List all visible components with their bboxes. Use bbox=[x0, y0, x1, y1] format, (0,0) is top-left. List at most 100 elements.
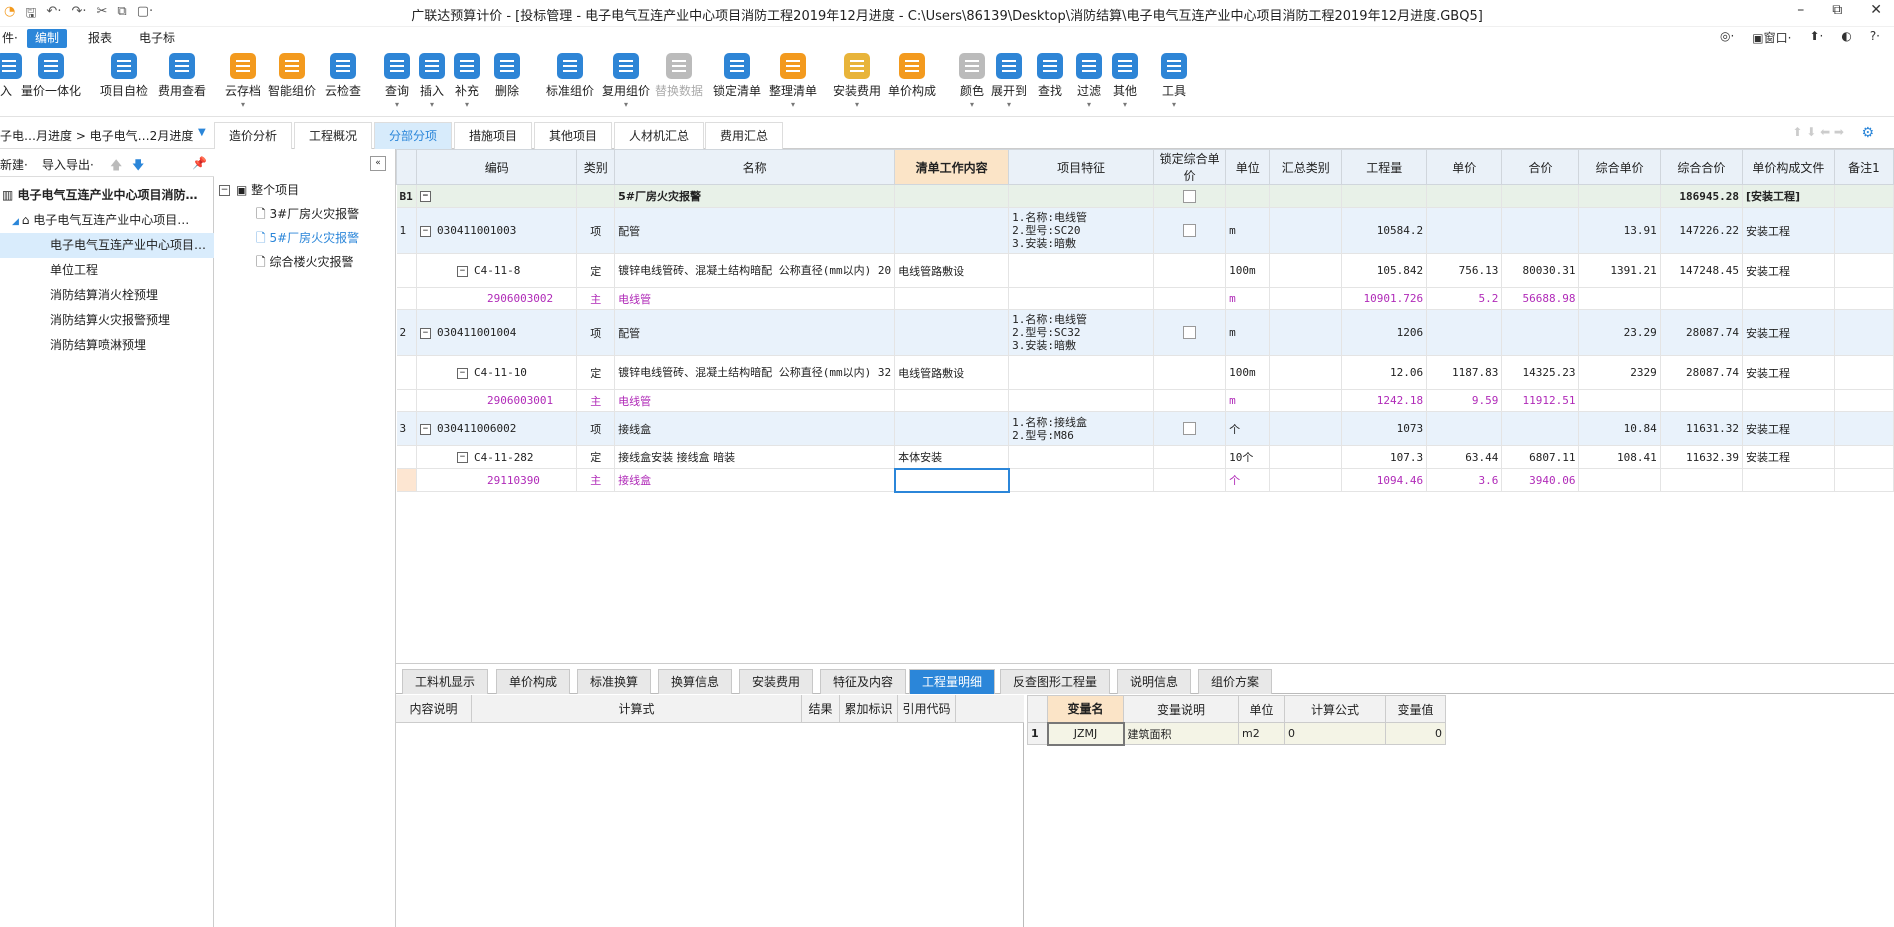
menu-report[interactable]: 报表 bbox=[80, 29, 120, 48]
unit-price-composition-button[interactable]: 单价构成 bbox=[886, 53, 938, 113]
col-var-value[interactable]: 变量值 bbox=[1385, 695, 1446, 723]
col-var-unit[interactable]: 单位 bbox=[1238, 695, 1285, 723]
expand-to-button[interactable]: 展开到 ▾ bbox=[989, 53, 1029, 113]
collapse-icon[interactable]: − bbox=[419, 191, 431, 202]
table-row[interactable]: 3 −030411006002 项 接线盒 1.名称:接线盒 2.型号:M86 … bbox=[396, 411, 1894, 446]
restore-button[interactable]: ⧉ bbox=[1832, 2, 1842, 18]
table-row[interactable]: 2 −030411001004 项 配管 1.名称:电线管 2.型号:SC32 … bbox=[396, 309, 1894, 356]
collapse-icon[interactable]: − bbox=[456, 452, 468, 463]
col-header-uprice[interactable]: 综合单价 bbox=[1578, 149, 1661, 185]
col-header-file[interactable]: 单价构成文件 bbox=[1742, 149, 1835, 185]
lock-price-checkbox[interactable] bbox=[1183, 189, 1197, 203]
table-row[interactable]: − C4-11-10 定 镀锌电线管砖、混凝土结构暗配 公称直径(mm以内) 32… bbox=[396, 355, 1894, 390]
self-check-button[interactable]: 项目自检 bbox=[98, 53, 150, 113]
tab-description[interactable]: 说明信息 bbox=[1117, 669, 1192, 694]
menu-edit[interactable]: 编制 bbox=[27, 29, 68, 48]
col-header-work[interactable]: 清单工作内容 bbox=[894, 149, 1010, 185]
menu-file[interactable]: 件· bbox=[0, 29, 26, 48]
table-row[interactable]: 2906003002 主 电线管 m 10901.726 5.2 56688.9… bbox=[396, 287, 1894, 310]
move-down-icon[interactable]: 🡇 bbox=[132, 156, 144, 177]
delete-button[interactable]: 删除 bbox=[493, 53, 521, 113]
tab-feature-content[interactable]: 特征及内容 bbox=[820, 669, 907, 694]
reuse-pricing-button[interactable]: 复用组价 ▾ bbox=[601, 53, 651, 113]
import-button[interactable]: 入 bbox=[0, 53, 22, 113]
tab-fee-summary[interactable]: 费用汇总 bbox=[705, 122, 784, 149]
fee-view-button[interactable]: 费用查看 bbox=[156, 53, 208, 113]
install-fee-button[interactable]: 安装费用 ▾ bbox=[831, 53, 883, 113]
col-accumulate[interactable]: 累加标识 bbox=[840, 695, 898, 723]
smart-pricing-button[interactable]: 智能组价 bbox=[267, 53, 317, 113]
active-cell[interactable] bbox=[893, 467, 1010, 493]
collapse-icon[interactable]: − bbox=[219, 185, 230, 196]
tab-other-items[interactable]: 其他项目 bbox=[534, 122, 613, 149]
qty-price-button[interactable]: 量价一体化 bbox=[20, 53, 82, 113]
filter-button[interactable]: 过滤 ▾ bbox=[1075, 53, 1103, 113]
lock-price-checkbox[interactable] bbox=[1183, 224, 1197, 238]
col-header-price[interactable]: 单价 bbox=[1426, 149, 1503, 185]
color-button[interactable]: 颜色 ▾ bbox=[958, 53, 986, 113]
table-row[interactable]: − C4-11-8 定 镀锌电线管砖、混凝土结构暗配 公称直径(mm以内) 20 … bbox=[396, 253, 1894, 288]
tab-labor-material[interactable]: 人材机汇总 bbox=[614, 122, 705, 149]
col-header-total[interactable]: 合价 bbox=[1501, 149, 1580, 185]
lock-price-checkbox[interactable] bbox=[1183, 326, 1197, 340]
col-ref-code[interactable]: 引用代码 bbox=[898, 695, 956, 723]
tab-sub-items[interactable]: 分部分项 bbox=[374, 122, 453, 149]
col-content-desc[interactable]: 内容说明 bbox=[396, 695, 472, 723]
mid-tree-item-office[interactable]: 🗋 综合楼火灾报警 bbox=[256, 251, 353, 273]
query-button[interactable]: 查询 ▾ bbox=[383, 53, 411, 113]
menu-e-bid[interactable]: 电子标 bbox=[131, 29, 183, 48]
tab-unit-price[interactable]: 单价构成 bbox=[496, 669, 571, 694]
col-var-formula[interactable]: 计算公式 bbox=[1284, 695, 1386, 723]
nav-arrows-icon[interactable]: ⬆ ⬇ ⬅ ➡ bbox=[1792, 125, 1844, 139]
tab-overview[interactable]: 工程概况 bbox=[294, 122, 373, 149]
breadcrumb-dropdown-icon[interactable]: ▼ bbox=[198, 127, 206, 138]
close-button[interactable]: ✕ bbox=[1870, 2, 1882, 18]
tab-install-fee[interactable]: 安装费用 bbox=[739, 669, 814, 694]
col-header-summary-type[interactable]: 汇总类别 bbox=[1269, 149, 1343, 185]
col-header-code[interactable]: 编码 bbox=[415, 149, 578, 185]
minimize-button[interactable]: – bbox=[1797, 2, 1804, 18]
other-button[interactable]: 其他 ▾ bbox=[1111, 53, 1139, 113]
standard-pricing-button[interactable]: 标准组价 bbox=[545, 53, 595, 113]
col-header-name[interactable]: 名称 bbox=[614, 149, 896, 185]
find-button[interactable]: 查找 bbox=[1036, 53, 1064, 113]
tab-standard-conversion[interactable]: 标准换算 bbox=[577, 669, 652, 694]
tab-material-display[interactable]: 工料机显示 bbox=[402, 669, 489, 694]
col-var-desc[interactable]: 变量说明 bbox=[1123, 695, 1239, 723]
mid-tree-item-5[interactable]: 🗋 5#厂房火灾报警 bbox=[256, 227, 359, 249]
col-header-utotal[interactable]: 综合合价 bbox=[1659, 149, 1744, 185]
mid-tree-root[interactable]: − ▣ 整个项目 bbox=[219, 179, 299, 201]
col-header-type[interactable]: 类别 bbox=[576, 149, 616, 185]
tree-item-unit-selected[interactable]: 电子电气互连产业中心项目… bbox=[0, 233, 214, 258]
collapse-icon[interactable]: − bbox=[419, 327, 431, 339]
collapse-icon[interactable]: − bbox=[419, 423, 431, 435]
collapse-panel-button[interactable]: « bbox=[370, 156, 386, 171]
tab-pricing-plan[interactable]: 组价方案 bbox=[1198, 669, 1273, 694]
col-header-qty[interactable]: 工程量 bbox=[1341, 149, 1428, 185]
tree-item-hydrant[interactable]: 消防结算消火栓预埋 bbox=[50, 283, 158, 308]
col-header-feature[interactable]: 项目特征 bbox=[1008, 149, 1155, 185]
new-button[interactable]: 新建· bbox=[0, 156, 28, 173]
mid-tree-item-3[interactable]: 🗋 3#厂房火灾报警 bbox=[256, 203, 359, 225]
tab-qty-detail[interactable]: 工程量明细 bbox=[909, 669, 996, 694]
support-icon[interactable]: ◐ bbox=[1841, 29, 1851, 46]
col-formula[interactable]: 计算式 bbox=[472, 695, 802, 723]
settings-icon[interactable]: ⚙ bbox=[1861, 125, 1874, 141]
breadcrumb[interactable]: 子电…月进度 > 电子电气…2月进度 bbox=[0, 127, 193, 144]
help-menu[interactable]: ?· bbox=[1870, 29, 1880, 46]
col-header-unit[interactable]: 单位 bbox=[1225, 149, 1271, 185]
tree-item-sprinkler[interactable]: 消防结算喷淋预埋 bbox=[50, 333, 146, 358]
col-header-lock[interactable]: 锁定综合单价 bbox=[1153, 149, 1227, 185]
tab-conversion-info[interactable]: 换算信息 bbox=[658, 669, 733, 694]
lock-price-checkbox[interactable] bbox=[1183, 422, 1197, 436]
tree-item-project[interactable]: ▥ 电子电气互连产业中心项目消防… bbox=[2, 183, 198, 208]
table-row[interactable]: B1 − 5#厂房火灾报警 186945.28 [安装工程] bbox=[396, 184, 1894, 208]
move-up-icon[interactable]: 🡅 bbox=[110, 156, 122, 177]
insert-button[interactable]: 插入 ▾ bbox=[418, 53, 446, 113]
table-row[interactable]: 2906003001 主 电线管 m 1242.18 9.59 11912.51 bbox=[396, 389, 1894, 412]
tab-reverse-graphic[interactable]: 反查图形工程量 bbox=[1000, 669, 1111, 694]
window-menu[interactable]: ▣窗口· bbox=[1752, 29, 1791, 46]
organize-list-button[interactable]: 整理清单 ▾ bbox=[767, 53, 819, 113]
upload-menu[interactable]: ⬆· bbox=[1809, 29, 1823, 46]
collapse-icon[interactable]: − bbox=[456, 265, 468, 277]
